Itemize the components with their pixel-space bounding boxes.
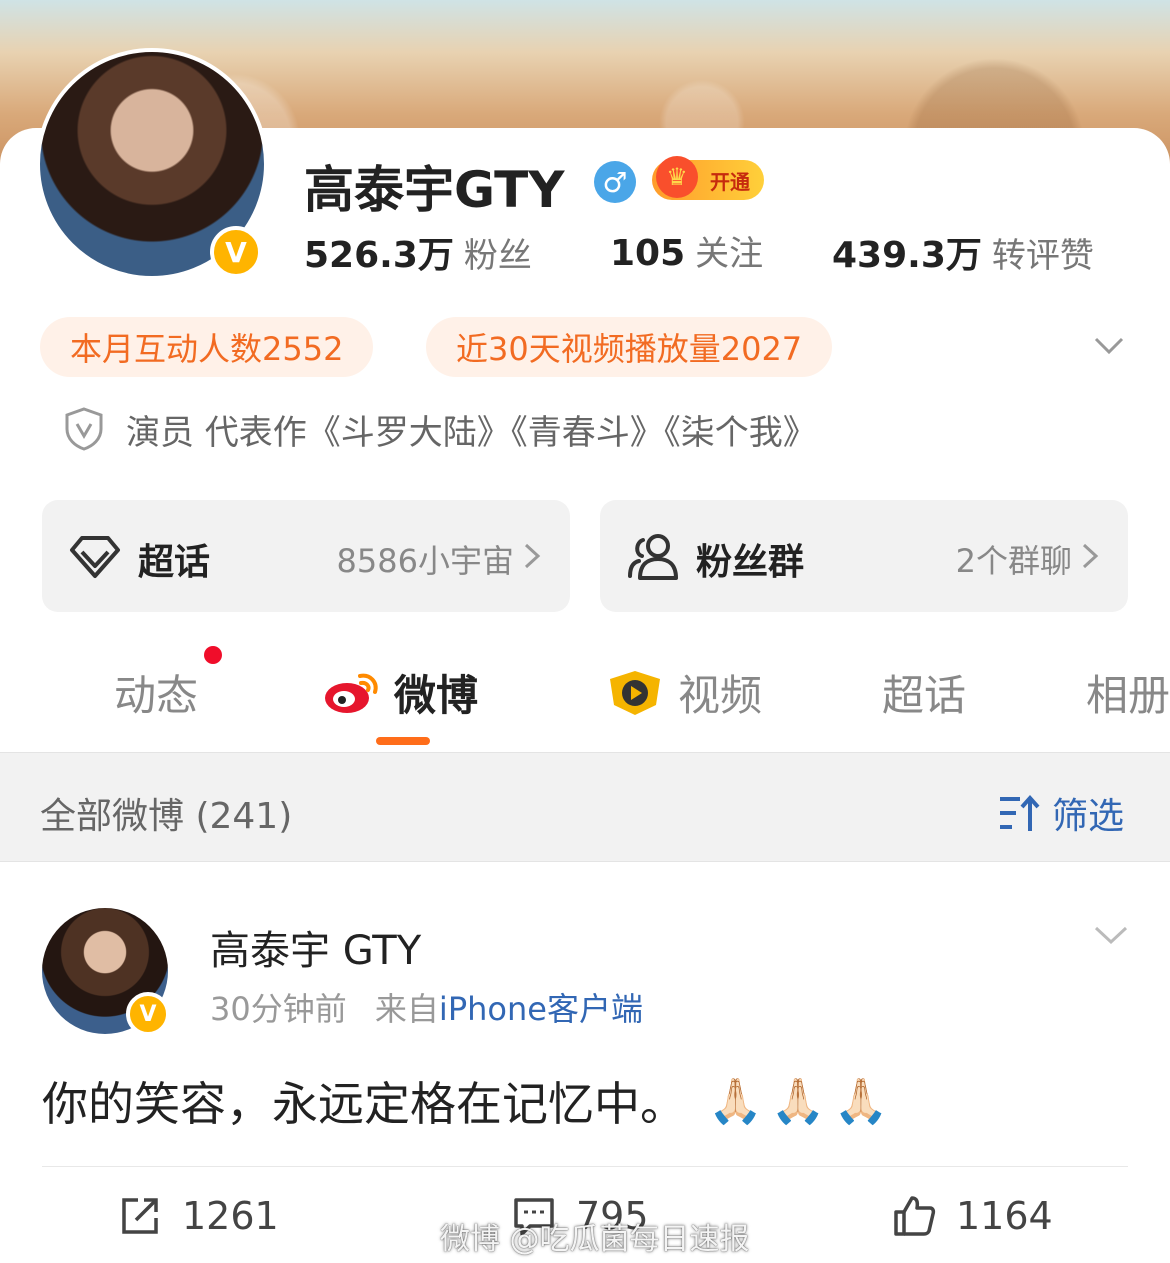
group-icon — [628, 534, 678, 580]
tab-video-label: 视频 — [678, 671, 763, 720]
repost-button[interactable]: 1261 — [118, 1194, 279, 1238]
notification-dot — [204, 646, 222, 664]
verified-symbol: V — [225, 235, 247, 269]
repost-icon — [122, 1198, 158, 1234]
stat-fans-label: 粉丝 — [463, 236, 532, 276]
tab-super-topic-label: 超话 — [882, 671, 967, 720]
watermark-text: 微博 @吃瓜菌每日速报 — [440, 1222, 750, 1257]
tab-album-label: 相册 — [1086, 671, 1170, 720]
filter-icon — [999, 794, 1040, 831]
stat-following[interactable]: 105 关注 — [610, 226, 763, 275]
tab-video[interactable]: 视频 — [604, 662, 762, 723]
male-gender-icon: ♂ — [594, 161, 636, 203]
diamond-icon — [70, 536, 120, 578]
filter-bar: 全部微博 (241) 筛选 — [0, 752, 1170, 862]
filter-label: 筛选 — [1051, 796, 1124, 837]
post-text: 你的笑容，永远定格在记忆中。 — [42, 1077, 686, 1131]
vip-label: 开通 — [710, 169, 750, 194]
chevron-down-icon[interactable] — [1094, 920, 1128, 950]
stat-following-value: 105 — [610, 233, 686, 274]
post-source-prefix: 来自 — [374, 990, 439, 1028]
stat-interactions[interactable]: 439.3万 转评赞 — [832, 226, 1094, 278]
post-divider — [42, 1166, 1128, 1167]
chevron-right-icon — [1082, 543, 1099, 569]
profile-description: 演员 代表作《斗罗大陆》《青春斗》《柒个我》 — [64, 404, 817, 454]
stat-fans[interactable]: 526.3万 粉丝 — [304, 226, 532, 278]
thumbs-up-icon — [894, 1196, 936, 1236]
description-text: 演员 代表作《斗罗大陆》《青春斗》《柒个我》 — [126, 412, 817, 453]
post-source[interactable]: iPhone客户端 — [439, 990, 643, 1028]
video-play-icon — [610, 670, 660, 715]
chevron-down-icon[interactable] — [1094, 330, 1124, 360]
stat-interactions-label: 转评赞 — [991, 236, 1094, 276]
gender-symbol: ♂ — [602, 165, 628, 199]
praying-hands-icon: 🙏🏻 — [770, 1076, 826, 1127]
stat-following-label: 关注 — [695, 234, 764, 274]
tab-weibo[interactable]: 微博 — [322, 662, 478, 723]
tab-super-topic[interactable]: 超话 — [882, 662, 966, 723]
fan-group-label: 粉丝群 — [696, 542, 805, 583]
profile-tabs: 动态 微博 视频 超话 相册 — [0, 640, 1170, 750]
repost-count: 1261 — [182, 1194, 279, 1238]
shield-icon — [65, 407, 103, 451]
post-time: 30分钟前 — [210, 990, 347, 1028]
active-tab-indicator — [376, 737, 430, 745]
all-weibo-count[interactable]: 全部微博 (241) — [40, 787, 292, 839]
tab-album[interactable]: 相册 — [1086, 662, 1170, 723]
chevron-right-icon — [524, 543, 541, 569]
tab-dynamics[interactable]: 动态 — [114, 662, 198, 723]
post-content: 你的笑容，永远定格在记忆中。 🙏🏻 🙏🏻 🙏🏻 — [42, 1068, 888, 1134]
post-author-name[interactable]: 高泰宇 GTY — [210, 918, 421, 976]
verified-symbol: V — [139, 1001, 157, 1027]
tab-weibo-label: 微博 — [394, 671, 479, 720]
fan-group-count: 2个群聊 — [955, 542, 1072, 580]
stat-fans-value: 526.3万 — [304, 235, 454, 276]
profile-stats: 526.3万 粉丝 105 关注 439.3万 转评赞 — [304, 226, 1124, 276]
super-topic-box[interactable]: 超话 8586小宇宙 — [42, 500, 570, 612]
like-count: 1164 — [956, 1194, 1053, 1238]
like-button[interactable]: 1164 — [892, 1194, 1053, 1238]
verified-badge-icon: V — [126, 992, 170, 1036]
tab-dynamics-label: 动态 — [114, 671, 199, 720]
fan-group-box[interactable]: 粉丝群 2个群聊 — [600, 500, 1128, 612]
stat-interactions-value: 439.3万 — [832, 235, 982, 276]
profile-name: 高泰宇GTY — [304, 161, 565, 219]
crown-icon: ♛ — [656, 156, 698, 198]
praying-hands-icon: 🙏🏻 — [833, 1076, 889, 1127]
super-topic-count: 8586小宇宙 — [336, 542, 514, 580]
filter-button[interactable]: 筛选 — [998, 787, 1124, 839]
verified-badge-icon: V — [210, 226, 262, 278]
post-meta: 30分钟前 来自iPhone客户端 — [210, 984, 643, 1030]
weibo-logo-icon — [325, 673, 378, 713]
vip-open-button[interactable]: ♛ 开通 — [652, 156, 764, 200]
video-views-chip[interactable]: 近30天视频播放量2027 — [426, 317, 833, 377]
monthly-interaction-chip[interactable]: 本月互动人数2552 — [40, 317, 374, 377]
super-topic-label: 超话 — [138, 542, 211, 583]
praying-hands-icon: 🙏🏻 — [708, 1076, 763, 1127]
